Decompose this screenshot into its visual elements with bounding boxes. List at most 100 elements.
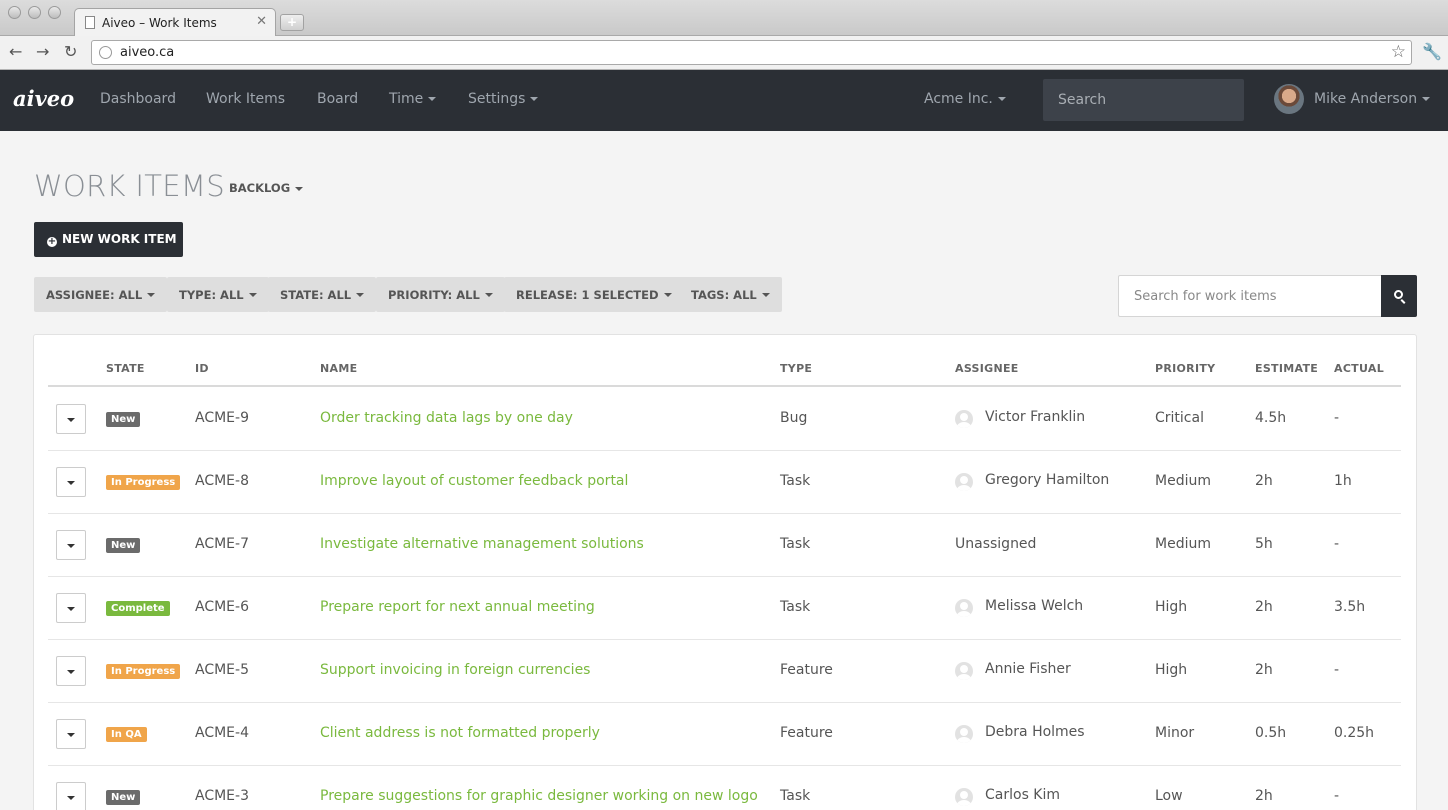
item-assignee[interactable]: Annie Fisher bbox=[985, 661, 1071, 677]
nav-time-label: Time bbox=[389, 91, 424, 107]
avatar[interactable] bbox=[1274, 84, 1304, 114]
item-estimate: 0.5h bbox=[1255, 725, 1287, 741]
chevron-down-icon bbox=[67, 481, 75, 485]
browser-tab[interactable]: Aiveo – Work Items ✕ bbox=[74, 8, 276, 37]
item-assignee[interactable]: Carlos Kim bbox=[985, 787, 1060, 803]
filter-release[interactable]: RELEASE: 1 SELECTED bbox=[504, 277, 684, 312]
header-name[interactable]: NAME bbox=[320, 362, 357, 375]
user-avatar-icon bbox=[955, 473, 973, 491]
chevron-down-icon bbox=[428, 97, 437, 101]
item-name-link[interactable]: Client address is not formatted properly bbox=[320, 725, 600, 741]
wrench-icon[interactable]: 🔧 bbox=[1422, 42, 1442, 61]
zoom-window-icon[interactable] bbox=[48, 6, 61, 19]
item-priority: Minor bbox=[1155, 725, 1195, 741]
chevron-down-icon bbox=[356, 293, 365, 297]
logo[interactable]: aiveo bbox=[13, 86, 74, 111]
item-name-link[interactable]: Prepare report for next annual meeting bbox=[320, 599, 595, 615]
reload-icon[interactable]: ↻ bbox=[64, 42, 77, 61]
new-tab-button[interactable]: + bbox=[280, 14, 304, 31]
minimize-window-icon[interactable] bbox=[28, 6, 41, 19]
header-id[interactable]: ID bbox=[195, 362, 209, 375]
header-type[interactable]: TYPE bbox=[780, 362, 812, 375]
user-avatar-icon bbox=[955, 662, 973, 680]
row-actions-button[interactable] bbox=[56, 656, 86, 686]
nav-time[interactable]: Time bbox=[389, 91, 437, 107]
table-row: In QA ACME-4 Client address is not formatt… bbox=[48, 703, 1401, 766]
item-type: Task bbox=[780, 536, 811, 552]
table-row: New ACME-7 Investigate alternative managem… bbox=[48, 514, 1401, 577]
item-id: ACME-7 bbox=[195, 536, 249, 552]
nav-work-items[interactable]: Work Items bbox=[206, 91, 285, 107]
filter-label: PRIORITY: ALL bbox=[388, 287, 480, 302]
row-actions-button[interactable] bbox=[56, 719, 86, 749]
item-assignee[interactable]: Melissa Welch bbox=[985, 598, 1083, 614]
item-priority: Medium bbox=[1155, 473, 1211, 489]
item-actual: 3.5h bbox=[1334, 599, 1366, 615]
org-name: Acme Inc. bbox=[924, 91, 993, 107]
row-actions-button[interactable] bbox=[56, 404, 86, 434]
item-name-link[interactable]: Support invoicing in foreign currencies bbox=[320, 662, 590, 678]
new-work-item-button[interactable]: + NEW WORK ITEM bbox=[34, 222, 183, 257]
filter-label: STATE: ALL bbox=[280, 287, 352, 302]
close-window-icon[interactable] bbox=[8, 6, 21, 19]
work-item-search-input[interactable] bbox=[1118, 275, 1382, 317]
item-type: Task bbox=[780, 788, 811, 804]
back-arrow-icon[interactable]: ← bbox=[9, 42, 22, 61]
status-badge: New bbox=[106, 790, 141, 805]
user-menu[interactable]: Mike Anderson bbox=[1314, 91, 1431, 107]
item-name-link[interactable]: Investigate alternative management solut… bbox=[320, 536, 644, 552]
header-state[interactable]: STATE bbox=[106, 362, 145, 375]
forward-arrow-icon[interactable]: → bbox=[36, 42, 49, 61]
item-assignee[interactable]: Gregory Hamilton bbox=[985, 472, 1109, 488]
close-tab-icon[interactable]: ✕ bbox=[256, 14, 267, 29]
header-actual[interactable]: ACTUAL bbox=[1334, 362, 1384, 375]
table-row: New ACME-3 Prepare suggestions for graphic… bbox=[48, 766, 1401, 810]
row-actions-button[interactable] bbox=[56, 467, 86, 497]
row-actions-button[interactable] bbox=[56, 593, 86, 623]
item-type: Bug bbox=[780, 410, 808, 426]
table-row: New ACME-9 Order tracking data lags by one… bbox=[48, 388, 1401, 451]
item-name-link[interactable]: Improve layout of customer feedback port… bbox=[320, 473, 628, 489]
org-switcher[interactable]: Acme Inc. bbox=[924, 91, 1006, 107]
browser-titlebar: Aiveo – Work Items ✕ + bbox=[0, 0, 1448, 37]
item-type: Feature bbox=[780, 662, 833, 678]
item-name-link[interactable]: Prepare suggestions for graphic designer… bbox=[320, 788, 758, 804]
chevron-down-icon bbox=[295, 186, 304, 191]
address-bar[interactable]: aiveo.ca ☆ bbox=[91, 40, 1412, 65]
nav-dashboard[interactable]: Dashboard bbox=[100, 91, 176, 107]
browser-toolbar: ← → ↻ aiveo.ca ☆ 🔧 bbox=[0, 36, 1448, 70]
table-row: In Progress ACME-5 Support invoicing in fo… bbox=[48, 640, 1401, 703]
nav-board[interactable]: Board bbox=[317, 91, 358, 107]
item-name-link[interactable]: Order tracking data lags by one day bbox=[320, 410, 573, 426]
global-search-input[interactable] bbox=[1043, 79, 1244, 121]
filter-state[interactable]: STATE: ALL bbox=[268, 277, 377, 312]
header-priority[interactable]: PRIORITY bbox=[1155, 362, 1215, 375]
item-assignee[interactable]: Unassigned bbox=[955, 536, 1036, 552]
item-assignee[interactable]: Debra Holmes bbox=[985, 724, 1085, 740]
header-estimate[interactable]: ESTIMATE bbox=[1255, 362, 1318, 375]
view-selector[interactable]: BACKLOG bbox=[229, 181, 304, 195]
item-assignee[interactable]: Victor Franklin bbox=[985, 409, 1085, 425]
filter-priority[interactable]: PRIORITY: ALL bbox=[376, 277, 505, 312]
header-assignee[interactable]: ASSIGNEE bbox=[955, 362, 1019, 375]
nav-settings[interactable]: Settings bbox=[468, 91, 539, 107]
chevron-down-icon bbox=[67, 544, 75, 548]
filter-tags[interactable]: TAGS: ALL bbox=[679, 277, 782, 312]
item-id: ACME-5 bbox=[195, 662, 249, 678]
row-actions-button[interactable] bbox=[56, 530, 86, 560]
item-estimate: 4.5h bbox=[1255, 410, 1287, 426]
item-priority: High bbox=[1155, 662, 1188, 678]
url-text[interactable]: aiveo.ca bbox=[120, 45, 174, 60]
filter-type[interactable]: TYPE: ALL bbox=[167, 277, 269, 312]
item-priority: Low bbox=[1155, 788, 1183, 804]
chevron-down-icon bbox=[484, 293, 493, 297]
row-actions-button[interactable] bbox=[56, 782, 86, 810]
bookmark-star-icon[interactable]: ☆ bbox=[1391, 42, 1406, 62]
search-icon bbox=[1394, 290, 1403, 299]
search-button[interactable] bbox=[1381, 275, 1417, 317]
chevron-down-icon bbox=[530, 97, 539, 101]
status-badge: Complete bbox=[106, 601, 170, 616]
filter-assignee[interactable]: ASSIGNEE: ALL bbox=[34, 277, 168, 312]
app-navbar: aiveo Dashboard Work Items Board Time Se… bbox=[0, 70, 1448, 131]
item-id: ACME-3 bbox=[195, 788, 249, 804]
